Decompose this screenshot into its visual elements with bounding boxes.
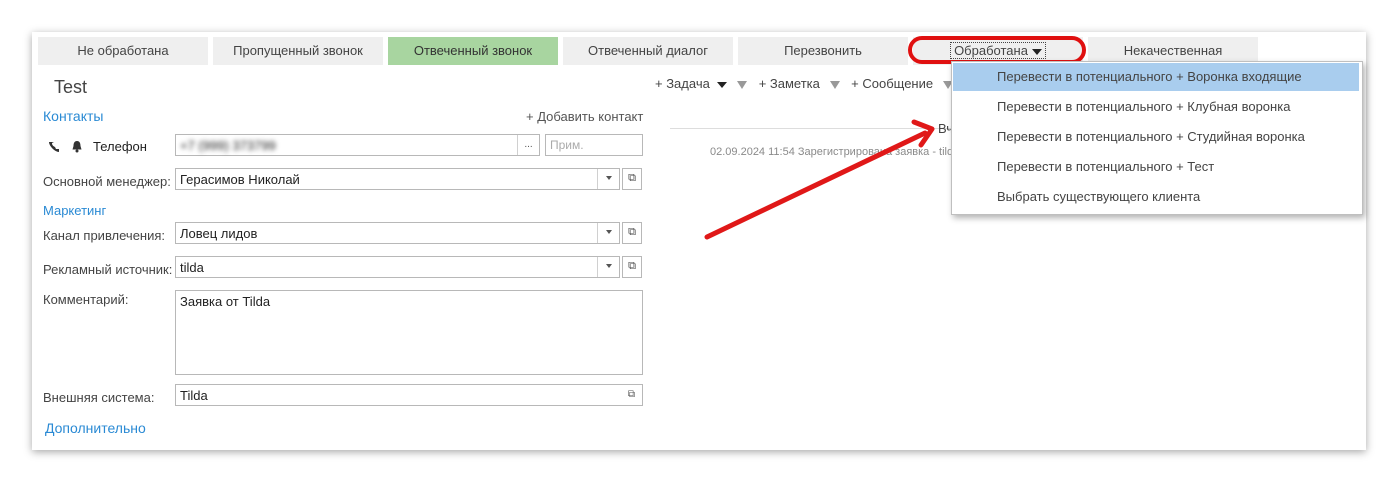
source-value: tilda: [180, 260, 204, 275]
more-button[interactable]: ...: [517, 135, 539, 155]
divider: [670, 128, 960, 129]
open-icon[interactable]: ⧉: [622, 222, 642, 244]
add-message-button[interactable]: + Сообщение: [851, 76, 933, 91]
external-input[interactable]: Tilda ⧉: [175, 384, 643, 406]
filter-icon[interactable]: [737, 80, 748, 89]
external-value: Tilda: [180, 388, 208, 403]
menu-item-test[interactable]: Перевести в потенциального + Тест: [953, 153, 1359, 181]
dropdown-arrow-icon[interactable]: [597, 223, 619, 243]
comment-value: Заявка от Tilda: [180, 294, 271, 309]
dropdown-arrow-icon[interactable]: [597, 257, 619, 277]
add-contact-link[interactable]: + Добавить контакт: [526, 109, 643, 124]
manager-select[interactable]: Герасимов Николай: [175, 168, 620, 190]
tab-missed-call[interactable]: Пропущенный звонок: [213, 37, 383, 65]
phone-note-input[interactable]: Прим.: [545, 134, 643, 156]
add-note-button[interactable]: + Заметка: [759, 76, 820, 91]
channel-label: Канал привлечения:: [43, 228, 166, 243]
lead-card: Не обработана Пропущенный звонок Отвечен…: [32, 32, 1366, 450]
source-select[interactable]: tilda: [175, 256, 620, 278]
comment-textarea[interactable]: Заявка от Tilda: [175, 290, 643, 375]
manager-value: Герасимов Николай: [180, 172, 300, 187]
add-task-button[interactable]: + Задача: [655, 76, 710, 91]
phone-input[interactable]: +7 (999) 373799 ...: [175, 134, 540, 156]
marketing-section-link[interactable]: Маркетинг: [43, 203, 106, 218]
open-icon[interactable]: ⧉: [622, 168, 642, 190]
external-label: Внешняя система:: [43, 390, 155, 405]
toolbar: + Задача + Заметка + Сообщение: [655, 76, 953, 91]
phone-value: +7 (999) 373799: [180, 138, 276, 153]
menu-item-studio-funnel[interactable]: Перевести в потенциального + Студийная в…: [953, 123, 1359, 151]
dropdown-arrow-icon[interactable]: [597, 169, 619, 189]
menu-item-existing-client[interactable]: Выбрать существующего клиента: [953, 183, 1359, 211]
menu-item-club-funnel[interactable]: Перевести в потенциального + Клубная вор…: [953, 93, 1359, 121]
channel-select[interactable]: Ловец лидов: [175, 222, 620, 244]
tab-answered-call[interactable]: Отвеченный звонок: [388, 37, 558, 65]
menu-item-funnel-incoming[interactable]: Перевести в потенциального + Воронка вхо…: [953, 63, 1359, 91]
phone-icon[interactable]: [47, 140, 61, 154]
open-icon[interactable]: ⧉: [622, 256, 642, 278]
page-title: Test: [54, 77, 88, 97]
open-icon[interactable]: ⧉: [621, 385, 642, 405]
contacts-section-link[interactable]: Контакты: [43, 108, 103, 124]
caret-down-icon: [1031, 48, 1042, 55]
history-entry: 02.09.2024 11:54 Зарегистрирована заявка…: [710, 146, 960, 158]
comment-label: Комментарий:: [43, 292, 129, 307]
tab-not-processed[interactable]: Не обработана: [38, 37, 208, 65]
manager-label: Основной менеджер:: [43, 174, 171, 189]
caret-down-icon[interactable]: [717, 81, 728, 88]
filter-icon[interactable]: [829, 80, 840, 89]
tab-answered-dialog[interactable]: Отвеченный диалог: [563, 37, 733, 65]
bell-icon[interactable]: [71, 140, 83, 153]
channel-value: Ловец лидов: [180, 226, 258, 241]
extra-section-link[interactable]: Дополнительно: [45, 420, 146, 436]
source-label: Рекламный источник:: [43, 262, 173, 277]
processed-dropdown-menu: Перевести в потенциального + Воронка вхо…: [951, 61, 1363, 215]
tab-call-back[interactable]: Перезвонить: [738, 37, 908, 65]
phone-label: Телефон: [93, 139, 147, 154]
phone-note-placeholder: Прим.: [550, 138, 584, 152]
